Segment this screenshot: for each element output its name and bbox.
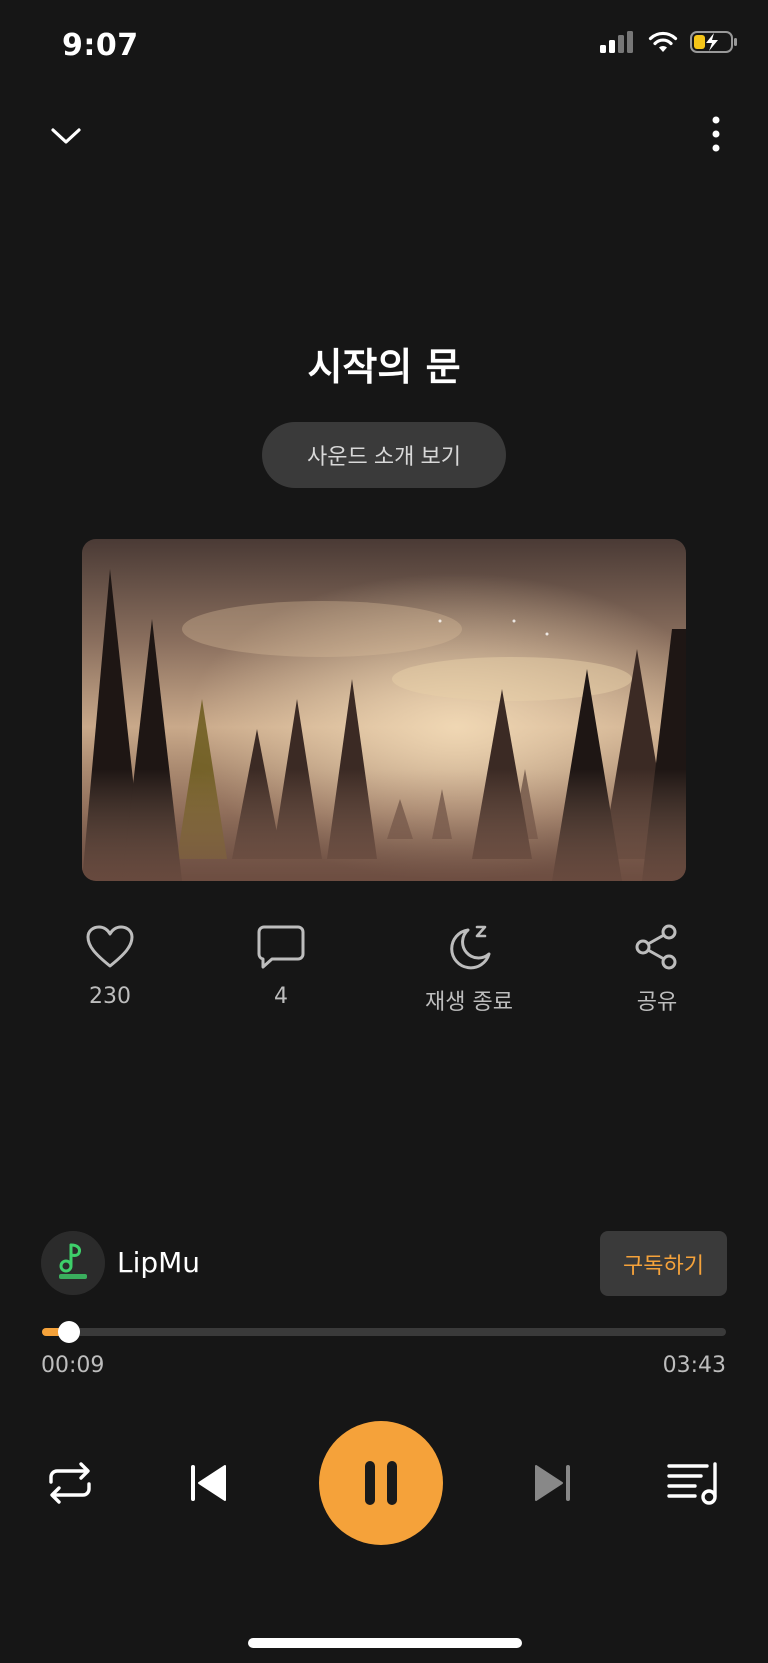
status-icons (600, 30, 738, 54)
cellular-signal-icon (600, 31, 633, 53)
like-count: 230 (89, 984, 131, 1009)
next-button[interactable] (530, 1458, 576, 1508)
skip-previous-icon (191, 1465, 226, 1501)
skip-next-icon (535, 1465, 570, 1501)
playlist-icon (667, 1462, 717, 1505)
total-time: 03:43 (662, 1353, 726, 1378)
share-label: 공유 (636, 990, 678, 1015)
current-time: 00:09 (41, 1353, 105, 1378)
more-vertical-icon (712, 116, 720, 152)
comment-count: 4 (274, 984, 288, 1009)
share-button[interactable]: 공유 (597, 924, 717, 1016)
pause-button[interactable] (319, 1421, 443, 1545)
comment-icon (257, 925, 305, 969)
channel-avatar[interactable] (41, 1231, 105, 1295)
wifi-icon (648, 31, 678, 52)
more-options-button[interactable] (704, 112, 728, 156)
album-artwork (82, 539, 686, 881)
comment-button[interactable]: 4 (221, 924, 341, 1009)
chevron-down-icon (51, 128, 81, 144)
status-time: 9:07 (62, 28, 139, 63)
repeat-icon (49, 1462, 91, 1504)
like-button[interactable]: 230 (50, 924, 170, 1009)
previous-button[interactable] (185, 1458, 231, 1508)
sleep-timer-label: 재생 종료 (425, 990, 513, 1015)
home-indicator[interactable] (248, 1638, 522, 1648)
subscribe-button[interactable]: 구독하기 (600, 1231, 727, 1296)
pause-icon (365, 1461, 397, 1505)
heart-icon (86, 925, 134, 968)
playlist-button[interactable] (666, 1458, 722, 1508)
channel-name[interactable]: LipMu (117, 1246, 200, 1279)
sound-intro-button[interactable]: 사운드 소개 보기 (262, 422, 506, 488)
track-title: 시작의 문 (307, 345, 461, 389)
progress-thumb[interactable] (58, 1321, 80, 1343)
battery-charging-icon (690, 31, 737, 53)
share-icon (635, 924, 677, 970)
repeat-button[interactable] (42, 1458, 98, 1508)
collapse-button[interactable] (44, 114, 88, 158)
sleep-timer-icon (450, 925, 491, 970)
sleep-timer-button[interactable]: 재생 종료 (409, 924, 529, 1016)
progress-track[interactable] (42, 1328, 726, 1336)
